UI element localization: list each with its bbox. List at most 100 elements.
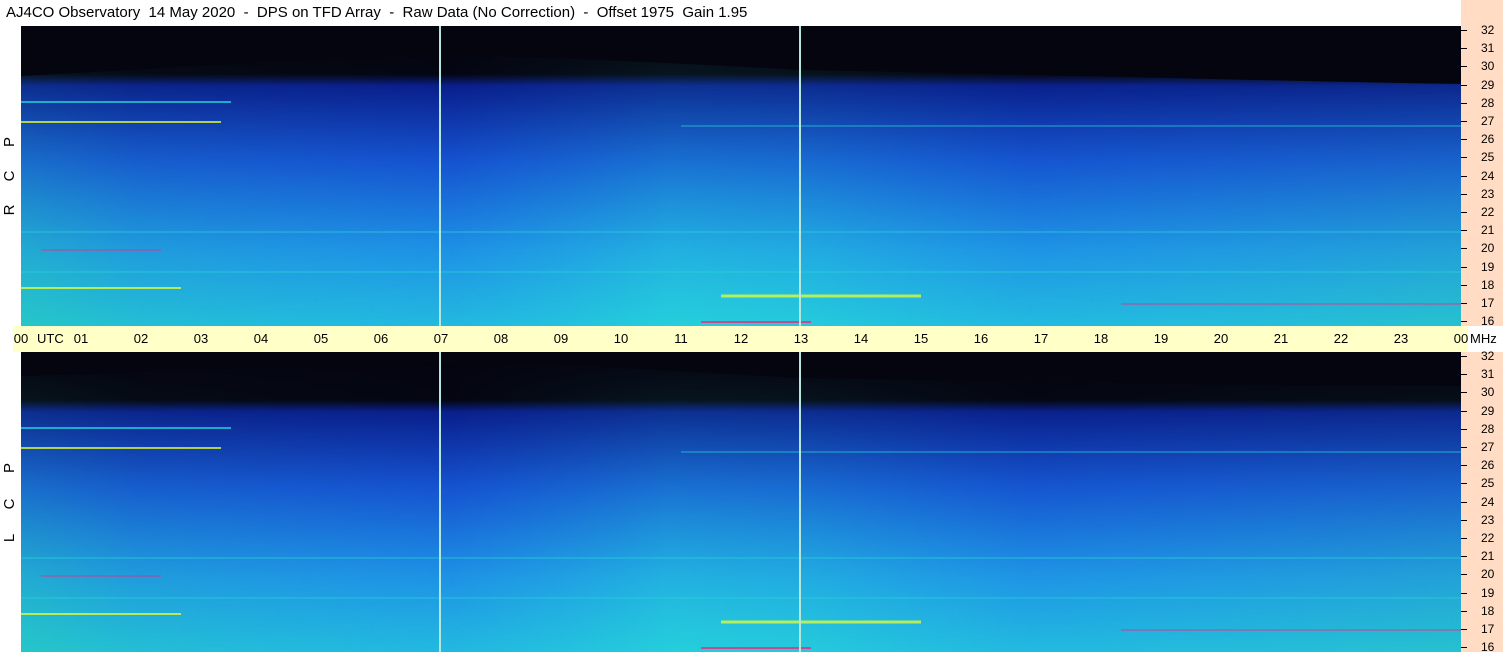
freq-tick-label: 16 [1481, 314, 1495, 329]
freq-tick-mark [1461, 374, 1467, 376]
freq-tick-label: 23 [1481, 512, 1495, 527]
freq-tick-label: 29 [1481, 403, 1495, 418]
time-tick-label: 11 [674, 331, 688, 346]
time-tick-label: 03 [193, 331, 209, 346]
freq-tick-label: 24 [1481, 494, 1495, 509]
freq-tick-mark [1461, 230, 1467, 232]
time-tick-label: 10 [613, 331, 629, 346]
pol-label-letter: P [1, 463, 18, 474]
freq-tick-label: 22 [1481, 531, 1495, 545]
freq-tick-label: 27 [1481, 114, 1495, 128]
time-tick-label: 14 [853, 331, 869, 346]
time-tick-label: 19 [1153, 331, 1169, 346]
freq-tick-label: 29 [1481, 77, 1495, 92]
time-tick-label: 16 [973, 331, 989, 346]
freq-tick-mark [1461, 447, 1467, 448]
freq-tick-label: 23 [1481, 186, 1495, 201]
pol-label-letter: C [1, 498, 18, 510]
time-tick-label: 17 [1033, 331, 1049, 346]
freq-tick-mark [1461, 30, 1467, 31]
freq-tick-mark [1461, 465, 1467, 467]
time-tick-label: 22 [1333, 331, 1349, 346]
freq-tick-label: 31 [1481, 367, 1495, 382]
freq-tick-label: 30 [1481, 59, 1495, 74]
freq-tick-mark [1461, 483, 1467, 485]
freq-tick-mark [1461, 266, 1467, 268]
time-tick-label: 15 [913, 331, 929, 346]
lcp-spectrogram-image [21, 352, 1461, 652]
time-tick-label: 00 [1453, 331, 1469, 346]
freq-tick-label: 26 [1481, 132, 1495, 147]
freq-tick-mark [1461, 647, 1467, 649]
freq-tick-mark [1461, 321, 1467, 323]
freq-tick-label: 31 [1481, 41, 1495, 56]
time-tick-label: 00 [13, 331, 29, 346]
time-tick-label: 02 [133, 331, 149, 346]
time-tick-label: 01 [73, 331, 89, 346]
freq-tick-label: 20 [1481, 567, 1495, 582]
time-tick-label: 06 [373, 331, 389, 346]
time-tick-label: 12 [733, 331, 749, 346]
freq-tick-mark [1461, 410, 1467, 412]
rcp-spectrogram [21, 26, 1461, 326]
freq-tick-mark [1461, 610, 1467, 612]
freq-axis-rcp: 32 31 30 29 28 27 26 25 24 23 22 21 20 19 18 17 16 [1461, 23, 1503, 329]
freq-tick-label: 24 [1481, 168, 1495, 183]
freq-tick-label: 21 [1481, 549, 1495, 564]
freq-tick-mark [1461, 248, 1467, 250]
freq-tick-label: 19 [1481, 259, 1495, 274]
pol-label-letter: R [1, 204, 18, 216]
pol-label-letter: C [1, 170, 18, 182]
time-tick-label: 09 [553, 331, 569, 346]
utc-label: UTC [37, 331, 64, 346]
plot-title: AJ4CO Observatory 14 May 2020 - DPS on T… [6, 4, 748, 21]
freq-tick-label: 32 [1481, 23, 1495, 37]
freq-tick-label: 19 [1481, 585, 1495, 600]
freq-tick-label: 28 [1481, 95, 1495, 110]
freq-tick-label: 21 [1481, 223, 1495, 238]
freq-tick-label: 17 [1481, 622, 1495, 636]
time-axis: UTC MHz 00 01 02 03 04 05 06 07 08 09 10 11 12 13 14 15… [13, 326, 1497, 352]
freq-axis-lcp: 32 31 30 29 28 27 26 25 24 23 22 21 20 19 18 17 16 [1461, 349, 1503, 655]
freq-tick-mark [1461, 392, 1467, 394]
freq-tick-mark [1461, 66, 1467, 68]
freq-tick-label: 32 [1481, 349, 1495, 363]
freq-tick-label: 18 [1481, 277, 1495, 292]
freq-tick-mark [1461, 139, 1467, 141]
freq-tick-mark [1461, 501, 1467, 503]
mhz-label: MHz [1470, 331, 1497, 346]
time-tick-label: 07 [433, 331, 449, 346]
freq-tick-label: 20 [1481, 241, 1495, 256]
freq-tick-mark [1461, 538, 1467, 539]
time-tick-label: 18 [1093, 331, 1109, 346]
freq-tick-mark [1461, 629, 1467, 630]
freq-tick-label: 30 [1481, 385, 1495, 400]
time-tick-label: 05 [313, 331, 329, 346]
lcp-spectrogram [21, 352, 1461, 652]
freq-tick-mark [1461, 356, 1467, 357]
freq-tick-mark [1461, 574, 1467, 576]
time-tick-label: 21 [1273, 331, 1289, 346]
time-tick-label: 13 [793, 331, 809, 346]
freq-tick-label: 28 [1481, 421, 1495, 436]
freq-tick-label: 26 [1481, 458, 1495, 473]
freq-tick-label: 22 [1481, 205, 1495, 219]
rcp-spectrogram-image [21, 26, 1461, 326]
freq-tick-mark [1461, 556, 1467, 558]
time-tick-label: 20 [1213, 331, 1229, 346]
freq-tick-label: 18 [1481, 603, 1495, 618]
freq-tick-mark [1461, 193, 1467, 195]
freq-tick-label: 25 [1481, 476, 1495, 491]
freq-tick-mark [1461, 48, 1467, 50]
freq-tick-mark [1461, 157, 1467, 159]
freq-tick-mark [1461, 592, 1467, 594]
freq-tick-mark [1461, 428, 1467, 430]
freq-tick-mark [1461, 212, 1467, 213]
freq-tick-mark [1461, 175, 1467, 177]
freq-tick-mark [1461, 303, 1467, 304]
pol-label-letter: L [1, 533, 18, 543]
freq-tick-mark [1461, 121, 1467, 122]
freq-tick-label: 17 [1481, 296, 1495, 310]
time-tick-label: 08 [493, 331, 509, 346]
freq-tick-label: 16 [1481, 640, 1495, 655]
